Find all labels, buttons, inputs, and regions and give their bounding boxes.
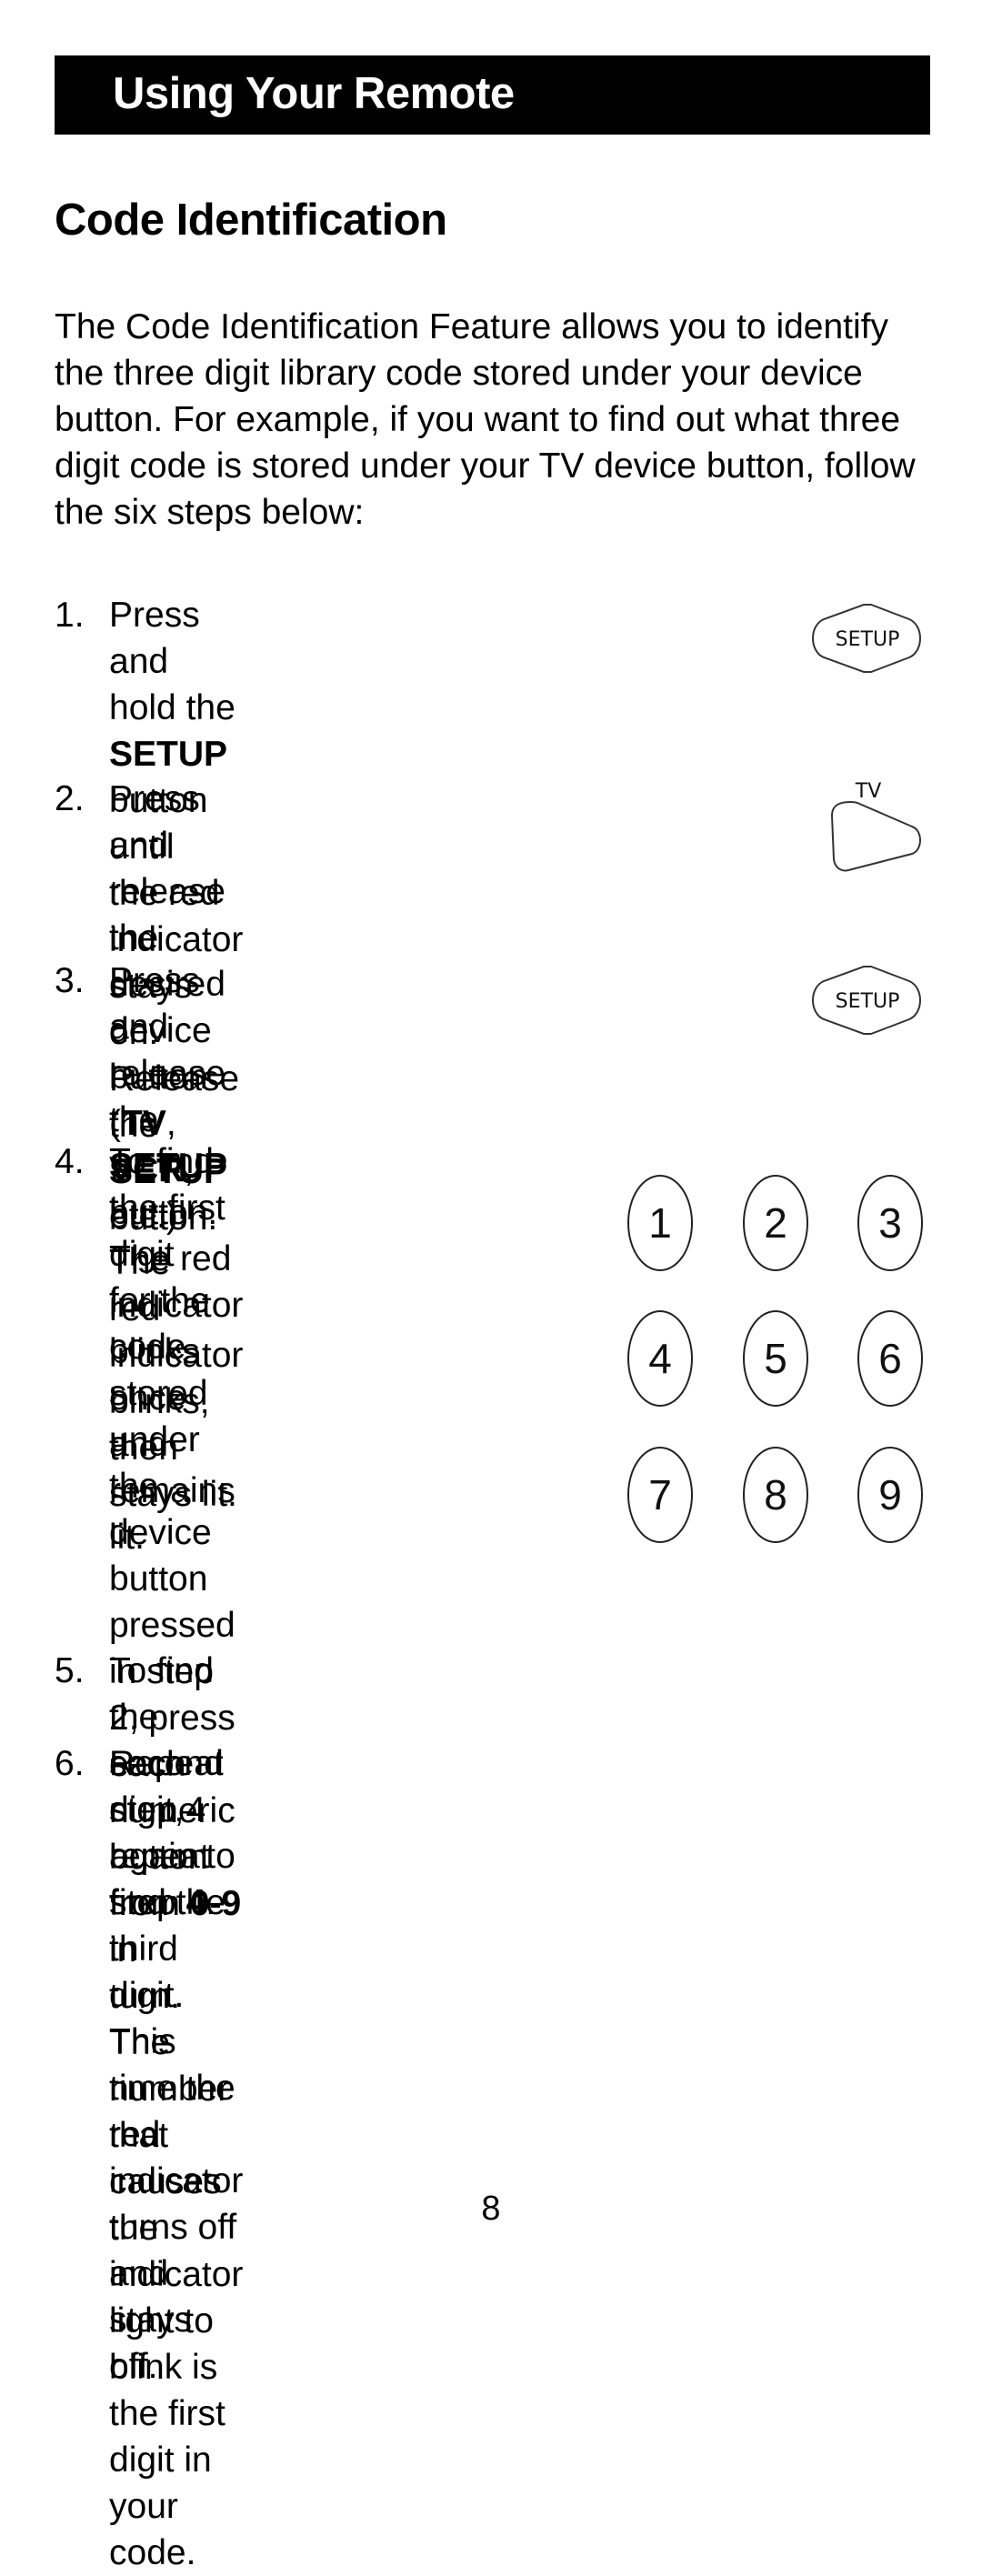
step-number: 5. xyxy=(55,1651,85,1690)
header-bar: Using Your Remote xyxy=(55,55,930,135)
section-title: Code Identification xyxy=(55,195,447,245)
key-7-icon: 7 xyxy=(627,1447,693,1543)
setup-button-icon: SETUP xyxy=(807,604,926,673)
tv-icon-label: TV xyxy=(855,780,882,803)
key-5-icon: 5 xyxy=(743,1310,808,1407)
text-run: for the code stored xyxy=(109,1281,210,1413)
bold-term: SETUP xyxy=(109,735,228,774)
step-number: 6. xyxy=(55,1744,85,1783)
key-8-icon: 8 xyxy=(743,1447,808,1543)
header-title: Using Your Remote xyxy=(113,69,515,118)
setup-icon-label: SETUP xyxy=(836,628,900,651)
intro-paragraph: The Code Identification Feature allows y… xyxy=(55,307,916,532)
setup-button-icon: SETUP xyxy=(807,966,926,1035)
step-line: To find the first digit xyxy=(109,1138,243,1278)
tv-button-icon: TV xyxy=(823,777,923,877)
key-9-icon: 9 xyxy=(857,1447,923,1543)
key-1-icon: 1 xyxy=(627,1175,693,1271)
text-run: digit in your code. xyxy=(109,2441,212,2572)
key-6-icon: 6 xyxy=(857,1310,923,1407)
step-line: for the code stored xyxy=(109,1278,243,1417)
step-number: 2. xyxy=(55,779,85,818)
text-run: Repeat step 4 again to find the third di… xyxy=(109,1744,235,2061)
step-number: 1. xyxy=(55,596,85,635)
step-line: under the device xyxy=(109,1417,243,1556)
key-3-icon: 3 xyxy=(857,1175,923,1271)
text-run: Press and hold the xyxy=(109,596,235,727)
setup-icon-label: SETUP xyxy=(836,990,900,1013)
numeric-keypad-illustration: 1 2 3 4 5 6 7 8 9 xyxy=(627,1175,927,1557)
text-run: To find the first digit xyxy=(109,1142,225,1274)
step-text: Repeat step 4 again to find the third di… xyxy=(109,1740,243,2390)
text-run: under the device xyxy=(109,1420,212,1552)
step-number: 4. xyxy=(55,1142,85,1181)
step-line: Repeat step 4 again to find the third di… xyxy=(109,1740,243,2065)
step-number: 3. xyxy=(55,961,85,1000)
key-4-icon: 4 xyxy=(627,1310,693,1407)
key-2-icon: 2 xyxy=(743,1175,808,1271)
page-number: 8 xyxy=(481,2190,501,2228)
text-run: Press and release the xyxy=(109,961,225,1139)
step-line: digit in your code. xyxy=(109,2437,243,2576)
